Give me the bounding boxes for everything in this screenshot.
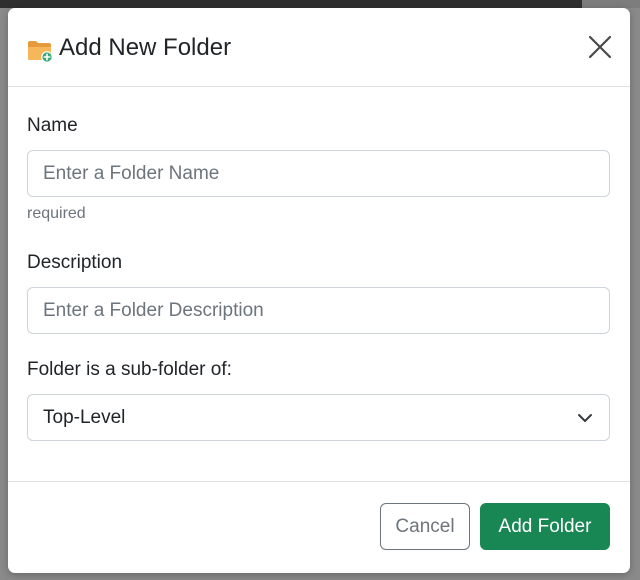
parent-folder-select[interactable]: Top-Level (27, 394, 610, 441)
dialog-title: Add New Folder (59, 34, 232, 61)
description-label: Description (27, 252, 123, 273)
dialog-header: Add New Folder (8, 8, 630, 87)
add-folder-button[interactable]: Add Folder (480, 503, 610, 550)
folder-description-input[interactable] (27, 287, 610, 334)
cancel-button[interactable]: Cancel (380, 503, 470, 550)
name-label: Name (27, 115, 78, 136)
close-button[interactable] (586, 33, 614, 61)
name-required-hint: required (27, 205, 86, 222)
parent-folder-selected-value: Top-Level (43, 407, 126, 428)
chevron-down-icon (578, 414, 592, 422)
parent-folder-label: Folder is a sub-folder of: (27, 359, 232, 380)
add-folder-dialog: Add New Folder Name required Description… (8, 8, 630, 573)
folder-add-icon (28, 41, 53, 63)
dialog-footer: Cancel Add Folder (8, 481, 630, 573)
close-icon (588, 35, 612, 59)
page-backdrop-top (0, 0, 640, 8)
folder-name-input[interactable] (27, 150, 610, 197)
